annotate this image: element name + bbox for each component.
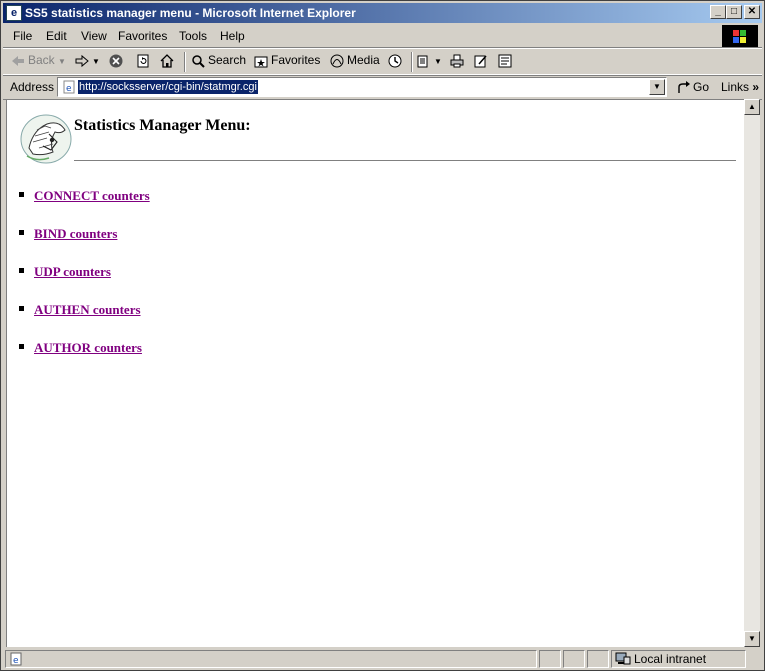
svg-text:e: e: [13, 656, 19, 666]
forward-arrow-icon: [75, 54, 89, 67]
status-panel: [563, 650, 585, 668]
print-icon: [450, 54, 464, 68]
bullet: [19, 192, 24, 197]
favorites-icon: [254, 56, 268, 68]
connect-counters-link[interactable]: CONNECT counters: [34, 188, 150, 203]
home-button[interactable]: [160, 53, 177, 68]
back-button[interactable]: Back ▼: [11, 53, 66, 68]
bullet: [19, 230, 24, 235]
bind-counters-link[interactable]: BIND counters: [34, 226, 117, 241]
ss5-logo-icon: [20, 114, 72, 164]
back-label: Back: [28, 53, 55, 67]
stop-icon: [109, 54, 123, 68]
bullet: [19, 268, 24, 273]
print-button[interactable]: [450, 53, 467, 68]
list-item: CONNECT counters: [18, 188, 150, 226]
menu-file[interactable]: File: [13, 29, 32, 43]
mail-button[interactable]: ▼: [417, 53, 442, 68]
browser-window: e SS5 statistics manager menu - Microsof…: [0, 0, 765, 671]
go-button[interactable]: Go: [677, 80, 709, 95]
list-item: BIND counters: [18, 226, 150, 264]
discuss-icon: [498, 54, 512, 68]
refresh-icon: [137, 54, 149, 68]
history-icon: [388, 54, 402, 68]
horizontal-rule: [74, 160, 736, 162]
edit-button[interactable]: [474, 53, 491, 68]
media-button[interactable]: Media: [330, 53, 380, 68]
list-item: AUTHEN counters: [18, 302, 150, 340]
bullet: [19, 306, 24, 311]
zone-panel: Local intranet: [611, 650, 746, 668]
links-label: Links: [721, 80, 750, 94]
address-bar: Address e http://socksserver/cgi-bin/sta…: [3, 74, 762, 100]
vertical-scrollbar[interactable]: ▲ ▼: [744, 99, 760, 647]
go-arrow-icon: [678, 80, 690, 93]
search-icon: [192, 55, 205, 68]
scroll-down-button[interactable]: ▼: [744, 631, 760, 647]
authen-counters-link[interactable]: AUTHEN counters: [34, 302, 141, 317]
edit-icon: [474, 55, 487, 68]
mail-icon: [417, 55, 428, 68]
address-url[interactable]: http://socksserver/cgi-bin/statmgr.cgi: [78, 80, 258, 94]
menu-edit[interactable]: Edit: [46, 29, 67, 43]
standard-toolbar: Back ▼ ▼ Search Favorites Media ▼: [3, 48, 762, 76]
bullet: [19, 344, 24, 349]
forward-button[interactable]: ▼: [75, 53, 100, 68]
toolbar-separator: [411, 52, 413, 72]
status-text-panel: e: [5, 650, 537, 668]
address-label: Address: [10, 80, 55, 94]
menu-favorites[interactable]: Favorites: [118, 29, 167, 43]
back-arrow-icon: [12, 55, 24, 66]
ie-page-icon: e: [10, 652, 22, 666]
status-panel: [539, 650, 561, 668]
maximize-button[interactable]: □: [726, 5, 742, 19]
close-button[interactable]: ✕: [744, 5, 760, 19]
title-bar: e SS5 statistics manager menu - Microsof…: [3, 3, 762, 23]
go-label: Go: [693, 80, 710, 94]
menu-bar: File Edit View Favorites Tools Help: [3, 25, 762, 48]
ie-page-icon: e: [6, 5, 22, 21]
window-title: SS5 statistics manager menu - Microsoft …: [25, 6, 356, 20]
search-label: Search: [208, 53, 247, 67]
intranet-icon: [615, 652, 631, 665]
udp-counters-link[interactable]: UDP counters: [34, 264, 111, 279]
svg-text:e: e: [66, 84, 72, 94]
ie-page-icon: e: [63, 80, 75, 94]
favorites-button[interactable]: Favorites: [254, 53, 320, 68]
minimize-button[interactable]: _: [710, 5, 726, 19]
author-counters-link[interactable]: AUTHOR counters: [34, 340, 142, 355]
list-item: UDP counters: [18, 264, 150, 302]
status-panel: [587, 650, 609, 668]
address-dropdown-button[interactable]: ▼: [649, 79, 665, 95]
status-bar: e Local intranet: [3, 649, 762, 669]
menu-tools[interactable]: Tools: [179, 29, 207, 43]
windows-logo-icon: [722, 25, 758, 47]
zone-label: Local intranet: [634, 652, 707, 666]
address-input[interactable]: e http://socksserver/cgi-bin/statmgr.cgi…: [57, 77, 667, 97]
menu-view[interactable]: View: [81, 29, 107, 43]
search-button[interactable]: Search: [191, 53, 246, 68]
home-icon: [160, 53, 174, 68]
page-title: Statistics Manager Menu:: [74, 117, 251, 134]
media-label: Media: [347, 53, 380, 67]
menu-help[interactable]: Help: [220, 29, 245, 43]
media-icon: [330, 54, 344, 68]
refresh-button[interactable]: [136, 53, 153, 68]
discuss-button[interactable]: [498, 53, 515, 68]
stop-button[interactable]: [109, 53, 126, 68]
scroll-up-button[interactable]: ▲: [744, 99, 760, 115]
stats-link-list: CONNECT counters BIND counters UDP count…: [18, 188, 150, 378]
favorites-label: Favorites: [271, 53, 321, 67]
toolbar-separator: [184, 52, 186, 72]
list-item: AUTHOR counters: [18, 340, 150, 378]
page-content: Statistics Manager Menu: CONNECT counter…: [6, 99, 744, 647]
history-button[interactable]: [388, 53, 405, 68]
links-toolbar[interactable]: Links »: [721, 80, 759, 94]
